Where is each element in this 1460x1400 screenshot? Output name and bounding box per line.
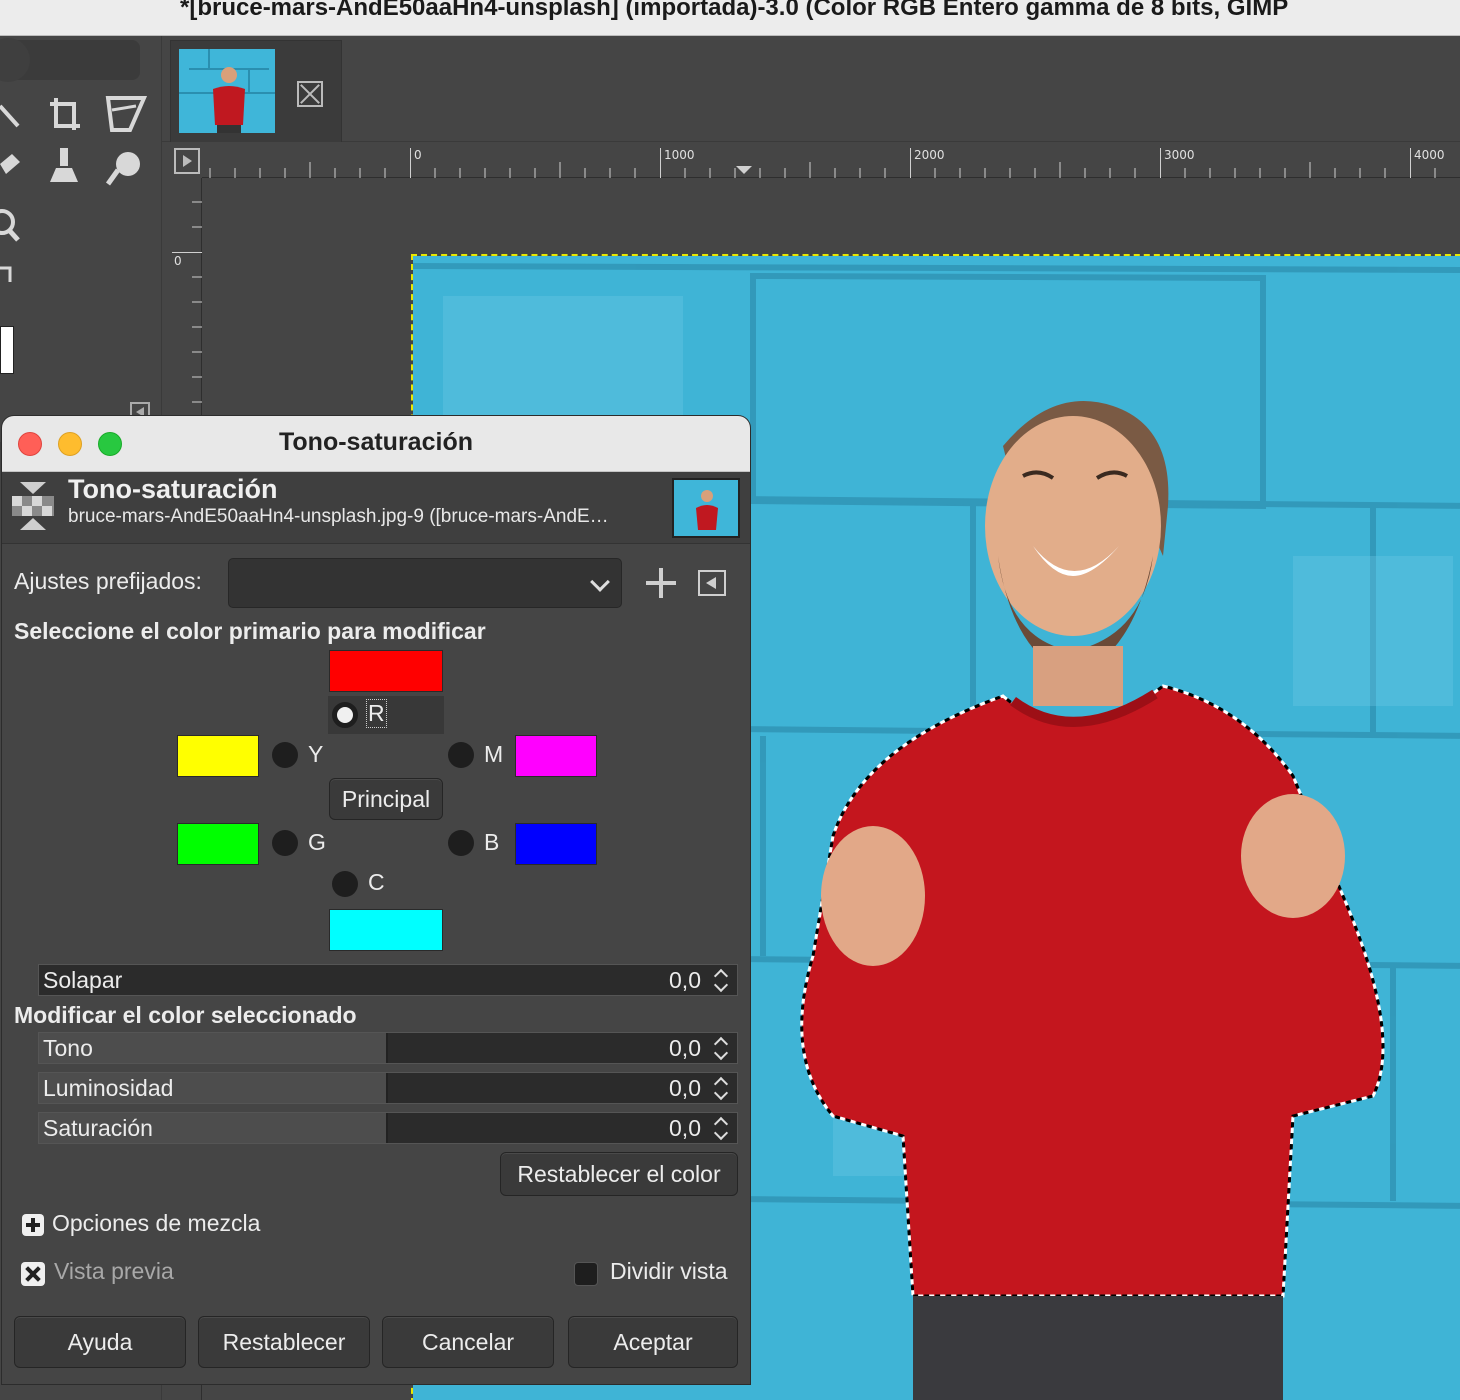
lightness-label: Luminosidad [43,1075,174,1101]
zoom-icon[interactable] [0,209,20,242]
swatch-magenta[interactable] [515,735,597,777]
overlap-slider[interactable]: Solapar 0,0 [38,964,738,996]
lightness-value[interactable]: 0,0 [669,1075,701,1102]
expand-plus-icon[interactable] [22,1214,44,1236]
radio-magenta[interactable] [448,742,474,768]
paths-icon[interactable] [0,104,20,128]
swatch-blue[interactable] [515,823,597,865]
overlap-value[interactable]: 0,0 [669,967,701,994]
window-title: *[bruce-mars-AndE50aaHn4-unsplash] (impo… [180,0,1289,21]
radio-green-label: G [308,829,326,855]
radio-red-row[interactable]: R [328,696,444,734]
split-view-checkbox[interactable] [574,1262,598,1286]
saturation-slider[interactable]: Saturación 0,0 [38,1112,738,1144]
radio-yellow-label: Y [308,741,324,767]
radio-yellow[interactable] [272,742,298,768]
swatch-green[interactable] [177,823,259,865]
radio-green[interactable] [272,830,298,856]
image-tab-strip [162,36,1460,142]
hue-saturation-icon [12,482,54,530]
preview-label: Vista previa [54,1258,174,1284]
primary-section-heading: Seleccione el color primario para modifi… [14,618,486,644]
radio-cyan-label: C [368,869,385,895]
dialog-header: Tono-saturación bruce-mars-AndE50aaHn4-u… [2,472,750,544]
smudge-icon[interactable] [105,152,140,186]
swatch-yellow[interactable] [177,735,259,777]
help-button[interactable]: Ayuda [14,1316,186,1368]
ok-button[interactable]: Aceptar [568,1316,738,1368]
hue-value[interactable]: 0,0 [669,1035,701,1062]
dialog-title: Tono-saturación [279,428,473,456]
dialog-header-title: Tono-saturación [68,474,278,504]
modify-section-heading: Modificar el color seleccionado [14,1002,357,1028]
cancel-button[interactable]: Cancelar [382,1316,554,1368]
toolbox-icons [0,38,148,282]
spin-arrows-icon[interactable] [713,1076,729,1100]
radio-magenta-label: M [484,741,504,767]
foreground-color-swatch[interactable] [0,326,14,374]
paint-icon[interactable] [0,154,20,174]
lightness-slider[interactable]: Luminosidad 0,0 [38,1072,738,1104]
hue-saturation-dialog: Tono-saturación Tono-saturación bruce-ma… [2,416,750,1384]
hue-slider[interactable]: Tono 0,0 [38,1032,738,1064]
blend-options-expander[interactable]: Opciones de mezcla [52,1210,260,1237]
radio-red[interactable] [332,702,358,728]
image-tab[interactable] [170,40,342,142]
swatch-cyan[interactable] [329,909,443,951]
reset-color-button[interactable]: Restablecer el color [500,1152,738,1196]
layer-thumbnail [672,478,740,538]
image-thumbnail [179,49,275,133]
crop-icon[interactable] [50,98,80,130]
hue-label: Tono [43,1035,93,1061]
swatch-red[interactable] [329,650,443,692]
saturation-value[interactable]: 0,0 [669,1115,701,1142]
close-icon[interactable] [297,81,323,107]
saturation-label: Saturación [43,1115,153,1141]
radio-blue[interactable] [448,830,474,856]
window-title-bar: *[bruce-mars-AndE50aaHn4-unsplash] (impo… [0,0,1460,36]
horizontal-ruler: 0 1000 2000 3000 4000 [202,142,1460,178]
overlap-label: Solapar [43,967,123,993]
reset-button[interactable]: Restablecer [198,1316,370,1368]
preview-checkbox[interactable] [21,1262,45,1286]
master-button[interactable]: Principal [329,778,443,820]
spin-arrows-icon[interactable] [713,1116,729,1140]
presets-dropdown[interactable] [228,558,622,608]
quick-mask-toggle-icon[interactable] [174,148,200,174]
split-view-label: Dividir vista [610,1258,728,1284]
ruler-minor-ticks [209,162,1436,178]
dialog-header-subtitle: bruce-mars-AndE50aaHn4-unsplash.jpg-9 ([… [68,506,609,527]
dialog-title-bar[interactable]: Tono-saturación [2,416,750,472]
chevron-down-icon [590,572,610,592]
presets-label: Ajustes prefijados: [14,568,202,594]
spin-arrows-icon[interactable] [713,968,729,992]
transform-icon[interactable] [105,96,148,132]
preset-menu-icon[interactable] [698,570,726,596]
radio-red-label: R [366,699,387,728]
radio-cyan[interactable] [332,871,358,897]
add-preset-icon[interactable] [646,568,676,598]
clone-icon[interactable] [50,148,78,182]
radio-blue-label: B [484,829,500,855]
spin-arrows-icon[interactable] [713,1036,729,1060]
